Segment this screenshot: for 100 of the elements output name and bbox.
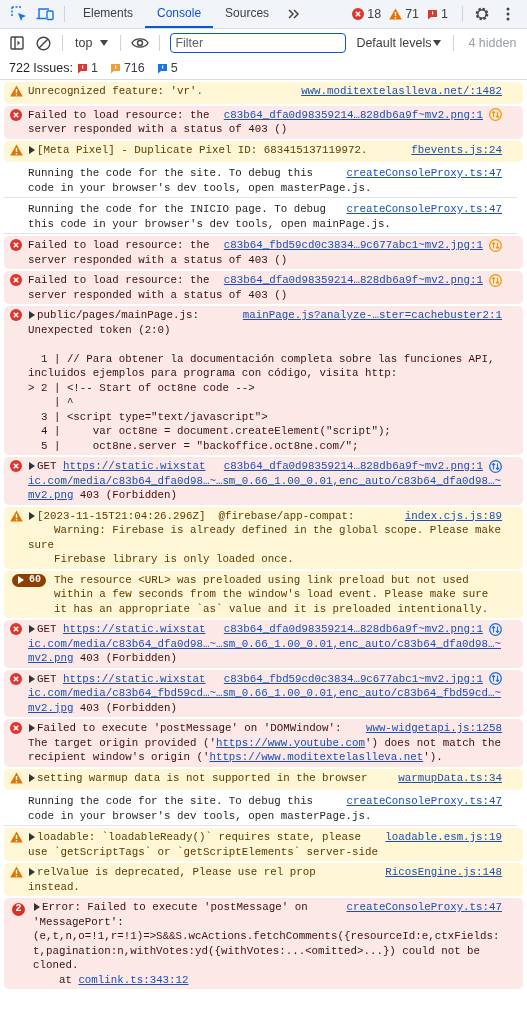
message-text: 403 (Forbidden) [78, 489, 178, 501]
panel-tab[interactable]: Sources [213, 0, 282, 28]
source-link[interactable]: createConsoleProxy.ts:47 [346, 900, 502, 915]
message-text: Unexpected token (2:0) [28, 323, 171, 336]
expand-triangle-icon[interactable] [28, 625, 35, 633]
panel-tab[interactable]: Elements [71, 0, 146, 28]
panel-tab[interactable]: Console [145, 0, 214, 28]
message-link[interactable]: ic.com/media/c83b64_dfa0d98…~…sm_0.66_1.00_0.01,enc_auto/c83b64_dfa0d98…~ [28, 637, 501, 650]
message-text: ') does not match the [364, 736, 501, 749]
message-link[interactable]: https://www.moditextelaslleva.net [209, 751, 424, 763]
error-icon [10, 672, 22, 685]
message-text: 'MessagePort': [33, 915, 124, 928]
issues-label: 722 Issues: [9, 61, 73, 75]
code-line: | ^ [52, 395, 75, 410]
source-link[interactable]: RicosEngine.js:148 [385, 865, 502, 880]
message-text: loadable: `loadableReady()` requires state, please [37, 831, 361, 843]
message-link[interactable]: mv2.jpg [28, 701, 74, 714]
code-line: 5 | oct8ne.server = "backoffice.oct8ne.com/"; [39, 438, 360, 453]
caret-icon [100, 40, 109, 46]
source-link[interactable]: index.cjs.js:89 [404, 508, 502, 523]
expand-triangle-icon[interactable] [17, 576, 24, 584]
source-link[interactable]: www-widgetapi.js:1258 [365, 721, 502, 736]
error-issue-count[interactable]: 1 [76, 61, 98, 75]
message-count-badge[interactable]: 60 [12, 573, 46, 587]
source-link[interactable]: c83b64_fbd59cd0c3834…9c677abc1~mv2.jpg:1 [223, 671, 483, 686]
source-link[interactable]: c83b64_dfa0d98359214…828db6a9f~mv2.png:1 [223, 107, 483, 122]
source-link[interactable]: createConsoleProxy.ts:47 [346, 202, 502, 217]
message-text: [2023-11-15T21:04:26.296Z] @firebase/app-compat: [37, 509, 355, 522]
error-icon [352, 8, 365, 20]
error-issue-icon [76, 62, 88, 74]
error-icon [10, 722, 22, 734]
context-dropdown[interactable]: top [69, 32, 115, 54]
error-icon [10, 460, 22, 472]
source-link[interactable]: c83b64_dfa0d98359214…828db6a9f~mv2.png:1 [223, 273, 483, 288]
message-text: this code in your browser's dev tools, open mainPage.js. [28, 217, 391, 230]
message-text: (e,t,n,o=!1,r=!1)=>S&&S.wcActions.fetchComments({resourceId:e,ctxFields: [33, 930, 500, 942]
message-link[interactable]: comlink.ts:343:12 [78, 973, 189, 986]
source-link[interactable]: c83b64_fbd59cd0c3834…9c677abc1~mv2.jpg:1 [223, 238, 483, 253]
message-text: code in your browser's dev tools, open masterPage.js. [28, 809, 372, 822]
message-text: at [57, 973, 73, 986]
issue-counter[interactable]: 1 [427, 7, 448, 21]
message-text: 403 (Forbidden) [78, 652, 178, 664]
message-text: cloned. [33, 959, 79, 971]
request-icon[interactable] [489, 672, 502, 686]
expand-triangle-icon[interactable] [28, 511, 35, 520]
warning-icon [10, 831, 23, 843]
error-icon [10, 623, 22, 635]
message-link[interactable]: https://static.wixstat [62, 672, 206, 685]
source-link[interactable]: c83b64_dfa0d98359214…828db6a9f~mv2.png:1 [223, 622, 483, 637]
message-text: Failed to load resource: the [28, 239, 210, 251]
message-link[interactable]: mv2.png [28, 652, 74, 664]
source-link[interactable]: www.moditextelaslleva.net/:1482 [301, 84, 502, 99]
message-text: it has an appropriate `as` value and it is preloaded intentionally. [54, 602, 489, 615]
source-link[interactable]: createConsoleProxy.ts:47 [346, 166, 502, 181]
message-text: Running the code for the INICIO page. To debug [28, 203, 327, 215]
filter-input[interactable]: Filter [170, 33, 347, 53]
warning-icon [10, 866, 23, 878]
message-link[interactable]: mv2.png [28, 489, 74, 501]
info-issue-count[interactable]: 5 [156, 61, 178, 75]
hidden-count: 4 hidden [467, 36, 517, 50]
message-text: The resource <URL> was preloaded using link preload but not used [54, 573, 469, 586]
error-icon [10, 309, 22, 321]
code-line: > 2 | <!-- Start of oct8ne code --> [28, 380, 256, 395]
message-text: Failed to execute 'postMessage' on 'DOMWindow': [37, 722, 342, 734]
expand-triangle-icon[interactable] [28, 724, 35, 732]
warning-issue-count[interactable]: 716 [109, 61, 145, 75]
message-text: GET [37, 460, 58, 472]
source-link[interactable]: mainPage.js?analyze-…ster=cachebuster2:1 [242, 308, 502, 323]
message-link[interactable]: ic.com/media/c83b64_fbd59cd…~…sm_0.66_1.00_0.01,enc_auto/c83b64_fbd59cd…~ [28, 687, 501, 699]
source-link[interactable]: warmupData.ts:34 [398, 770, 502, 785]
source-link[interactable]: fbevents.js:24 [411, 142, 502, 157]
message-link[interactable]: https://static.wixstat [62, 623, 206, 635]
expand-triangle-icon[interactable] [33, 903, 40, 911]
request-icon[interactable] [489, 622, 502, 636]
expand-triangle-icon[interactable] [28, 773, 35, 782]
message-text: code in your browser's dev tools, open masterPage.js. [28, 181, 372, 194]
message-text: instead. [28, 880, 80, 893]
expand-triangle-icon[interactable] [28, 833, 35, 841]
request-icon[interactable] [489, 459, 502, 473]
message-link[interactable]: ic.com/media/c83b64_dfa0d98…~…sm_0.66_1.00_0.01,enc_auto/c83b64_dfa0d98…~ [28, 474, 501, 487]
log-levels-dropdown[interactable]: Default levels [350, 32, 448, 54]
source-link[interactable]: createConsoleProxy.ts:47 [346, 794, 502, 809]
message-link[interactable]: https://www.youtube.com [215, 736, 365, 749]
expand-triangle-icon[interactable] [28, 462, 35, 470]
message-link[interactable]: https://static.wixstat [62, 460, 206, 472]
warning-counter[interactable]: 71 [389, 7, 420, 21]
expand-triangle-icon[interactable] [28, 868, 35, 876]
expand-triangle-icon[interactable] [28, 674, 35, 683]
source-link[interactable]: loadable.esm.js:19 [385, 830, 502, 845]
error-counter[interactable]: 18 [352, 7, 382, 21]
warning-icon [10, 85, 23, 97]
message-count-badge: 2 [12, 902, 25, 916]
message-text: recipient window's origin (' [28, 751, 210, 763]
expand-triangle-icon[interactable] [28, 311, 35, 319]
message-text: within a few seconds from the window's load event. Please make sure [54, 588, 489, 600]
message-text: 403 (Forbidden) [78, 701, 178, 714]
expand-triangle-icon[interactable] [28, 145, 35, 154]
message-text: The target origin provided (' [28, 736, 216, 749]
source-link[interactable]: c83b64_dfa0d98359214…828db6a9f~mv2.png:1 [223, 459, 483, 474]
warning-issue-icon [109, 62, 121, 74]
